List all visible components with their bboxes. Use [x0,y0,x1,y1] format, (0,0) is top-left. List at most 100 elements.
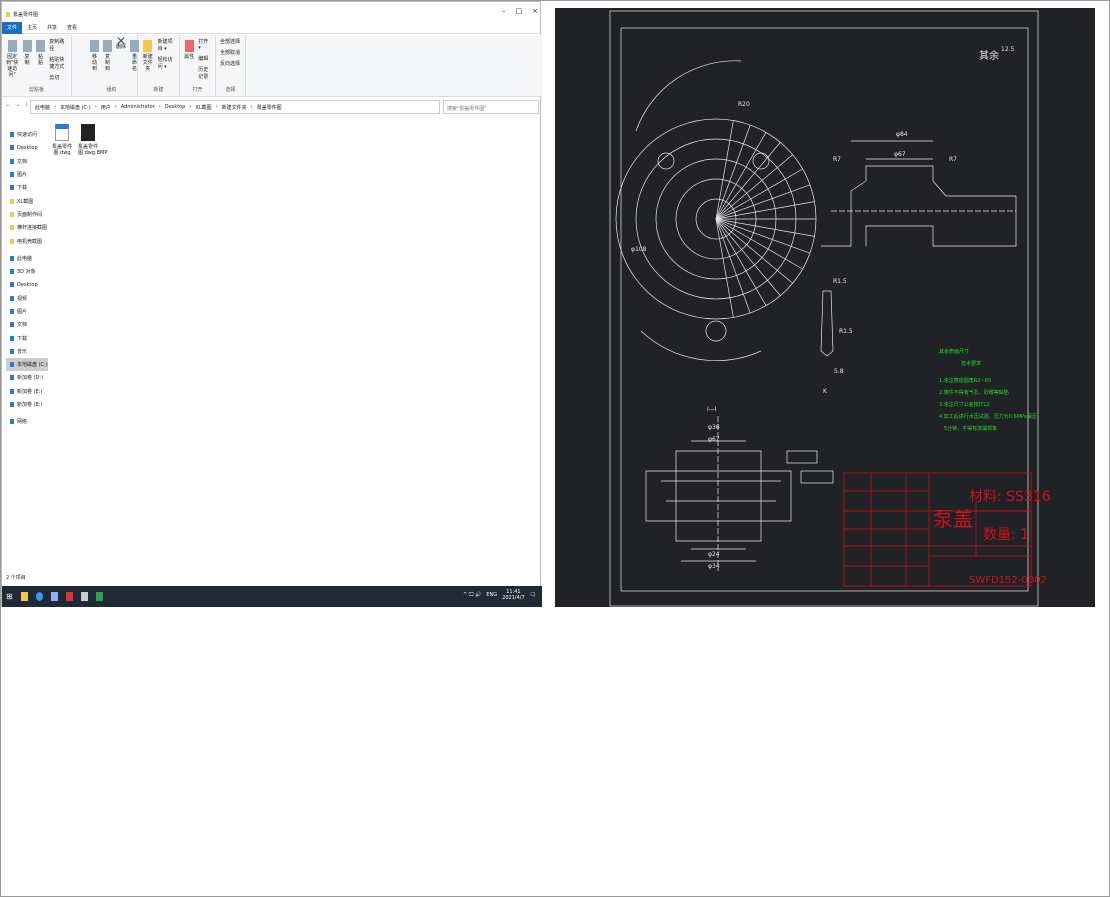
sidebar-item[interactable]: 3D 对象 [6,265,48,278]
sidebar-item[interactable]: 横杆连接截图 [6,221,48,234]
chevron-right-icon: › [54,104,57,110]
sidebar-item[interactable]: 图片 [6,305,48,318]
invert-selection-button[interactable]: 反向选择 [220,60,240,67]
edit-button[interactable]: 编辑 [198,55,211,62]
cut-button[interactable]: 剪切 [49,74,67,81]
tab-home[interactable]: 主页 [22,22,42,34]
select-all-button[interactable]: 全部选择 [220,38,240,45]
sidebar-item[interactable]: 下载 [6,331,48,344]
breadcrumb-item[interactable]: 新建文件夹 [222,104,247,111]
new-item-button[interactable]: 新建项目 ▾ [158,38,175,52]
close-button[interactable]: × [532,7,538,15]
sidebar-item[interactable]: 下载 [6,181,48,194]
sidebar-item[interactable]: 本地磁盘 (C:) [6,358,48,372]
material-label: 材料: SS316 [969,489,1051,505]
sidebar-item[interactable]: 新加卷 (E:) [6,385,48,398]
dwg-file-icon [55,124,69,141]
part-name: 泵盖 [933,507,973,531]
explorer-taskbar-icon[interactable] [20,592,28,601]
clock[interactable]: 11:41 2021/4/7 [502,589,524,601]
sidebar-item[interactable]: 新加卷 (D:) [6,371,48,384]
sidebar-item[interactable]: 快速访问 [6,128,48,141]
notification-icon[interactable]: 🗨 [530,592,536,598]
download-icon [10,185,14,191]
copy-to-button[interactable]: 复制到 [103,38,112,72]
label-k: K [823,388,828,395]
drive-icon [10,388,14,394]
title-bar: 泵盖零件图 – □ × [2,7,542,21]
sidebar-item[interactable]: 视频 [6,292,48,305]
chevron-right-icon: › [158,104,161,110]
sidebar-item[interactable]: 音乐 [6,345,48,358]
breadcrumb-item[interactable]: Administrator [121,104,155,110]
file-name: 泵盖零件图.dwg [52,144,73,156]
file-item[interactable]: 泵盖零件图.dwg [52,124,72,156]
sidebar-item-label: 新加卷 (E:) [17,388,43,395]
breadcrumb-item[interactable]: 本地磁盘 (C:) [60,104,91,111]
move-to-button[interactable]: 移动到 [90,38,99,72]
document-taskbar-icon[interactable] [50,592,58,601]
notepad-taskbar-icon[interactable] [80,592,88,601]
dim-r20: R20 [738,101,750,108]
breadcrumb-item[interactable]: Desktop [165,104,186,110]
sidebar-item-label: 页面制作间 [17,211,43,218]
sidebar-item[interactable]: 新加卷 (E:) [6,398,48,411]
sidebar-item-label: 本地磁盘 (C:) [17,362,48,369]
address-bar[interactable]: 此电脑 › 本地磁盘 (C:) › 用户 › Administrator › Desktop › X… [30,100,440,114]
tray-icons[interactable]: ^ 🖵 🔊 [463,592,481,598]
sidebar-item[interactable]: 页面制作间 [6,208,48,221]
sidebar-item[interactable]: 此电脑 [6,252,48,265]
forward-icon[interactable]: → [15,103,19,109]
sidebar-item[interactable]: 网络 [6,415,48,428]
search-input[interactable]: 搜索"泵盖零件图" [443,100,539,114]
back-icon[interactable]: ← [6,103,10,109]
sidebar-item-label: 图片 [17,309,28,315]
sidebar-item[interactable]: 文档 [6,318,48,331]
sidebar-item-label: 音乐 [17,348,28,355]
select-none-button[interactable]: 全部取消 [220,49,240,56]
file-item[interactable]: 泵盖零件图.dwg.BMP [78,124,107,156]
history-button[interactable]: 历史记录 [198,66,211,80]
spreadsheet-taskbar-icon[interactable] [95,592,103,601]
tab-view[interactable]: 查看 [62,22,82,34]
properties-button[interactable]: 属性 [184,38,194,60]
file-explorer-window: 泵盖零件图 – □ × 文件 主页 共享 查看 固定到"快速访问" 复制 粘贴 … [1,1,542,607]
sidebar-item-label: 新加卷 (D:) [17,375,44,382]
tab-file[interactable]: 文件 [2,21,23,34]
minimize-button[interactable]: – [502,7,506,15]
sidebar-item[interactable]: 文档 [6,155,48,168]
up-icon[interactable]: ↑ [24,103,28,109]
sidebar-item-label: 新加卷 (E:) [17,402,43,409]
sidebar-item[interactable]: 图片 [6,168,48,181]
sidebar-item-label: 图片 [17,172,28,179]
breadcrumb-item[interactable]: 用户 [101,104,111,111]
breadcrumb-item[interactable]: XL截图 [195,104,211,111]
copy-button[interactable]: 复制 [22,38,32,66]
app-taskbar-icon[interactable] [65,592,73,601]
sidebar-item[interactable]: Desktop [6,278,48,291]
start-icon[interactable]: ⊞ [6,592,13,601]
breadcrumb-item[interactable]: 泵盖零件图 [257,104,282,111]
new-folder-button[interactable]: 新建文件夹 [142,38,154,72]
dim-r7b: R7 [949,156,957,163]
drawing-number: SWFD152-0002 [969,575,1047,586]
easy-access-button[interactable]: 轻松访问 ▾ [158,56,175,70]
pin-button[interactable]: 固定到"快速访问" [6,38,18,78]
language-indicator[interactable]: ENG [486,592,497,598]
tab-share[interactable]: 共享 [42,22,62,34]
maximize-button[interactable]: □ [516,7,523,15]
folder-icon [10,211,14,217]
sidebar-item[interactable]: 电机壳截图 [6,234,48,247]
sidebar-item[interactable]: XL截图 [6,194,48,207]
breadcrumb-item[interactable]: 此电脑 [35,104,50,111]
clipboard-group: 固定到"快速访问" 复制 粘贴 复制路径 粘贴快捷方式 剪切 剪贴板 [2,35,72,96]
paste-button[interactable]: 粘贴 [36,38,45,66]
open-button[interactable]: 打开 ▾ [198,38,211,51]
browser-taskbar-icon[interactable] [35,592,43,601]
paste-shortcut-button[interactable]: 粘贴快捷方式 [49,56,67,70]
copy-path-button[interactable]: 复制路径 [49,38,67,52]
dim-d36: φ36 [708,424,720,431]
ribbon: 固定到"快速访问" 复制 粘贴 复制路径 粘贴快捷方式 剪切 剪贴板 移动到 复制到… [2,35,542,97]
delete-button[interactable]: ✕ 删除 [116,35,126,50]
sidebar-item[interactable]: Desktop [6,141,48,154]
